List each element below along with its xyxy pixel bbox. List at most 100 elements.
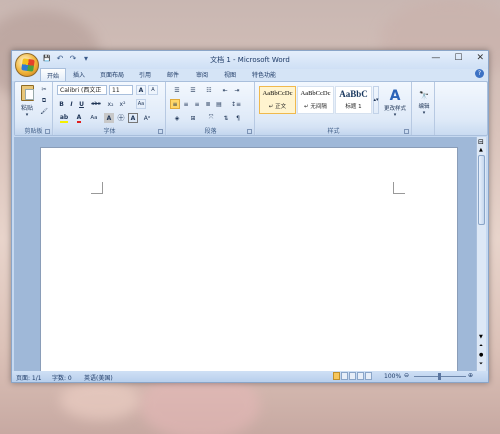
align-right-icon[interactable]: ≡ [192, 99, 202, 109]
chevron-down-icon: ▾ [393, 112, 397, 118]
minimize-button[interactable]: — [431, 53, 440, 63]
clipboard-icon [20, 84, 34, 101]
scroll-thumb[interactable] [478, 155, 485, 225]
styles-scroll-icon[interactable]: ▴▾ [373, 86, 379, 114]
document-area [14, 137, 478, 377]
style-heading-1[interactable]: AaBbC 标题 1 [335, 86, 372, 114]
style-no-spacing[interactable]: AaBbCcDc ↵ 无间隔 [297, 86, 334, 114]
clipboard-dialog-launcher[interactable] [45, 129, 50, 134]
font-group-label: 字体 [54, 126, 165, 135]
full-screen-reading-icon[interactable] [341, 372, 348, 380]
help-icon[interactable]: ? [475, 69, 484, 78]
page-count[interactable]: 页面: 1/1 [16, 373, 42, 382]
decrease-indent-icon[interactable]: ⇤ [220, 85, 230, 95]
justify-icon[interactable]: ≣ [203, 99, 213, 109]
outline-icon[interactable] [357, 372, 364, 380]
tab-mailings[interactable]: 邮件 [167, 70, 179, 79]
font-group: Calibri (西文正 11 A A B I U abe x₂ x² Aa a… [54, 82, 166, 135]
tab-review[interactable]: 审阅 [196, 70, 208, 79]
cut-icon[interactable]: ✂ [39, 85, 49, 94]
line-spacing-icon[interactable]: ↕≡ [229, 99, 243, 109]
align-left-icon[interactable]: ≡ [170, 99, 180, 109]
underline-button[interactable]: U [77, 99, 86, 109]
scroll-down-icon[interactable]: ▼ [479, 334, 483, 341]
close-button[interactable]: ✕ [476, 53, 484, 63]
align-center-icon[interactable]: ≡ [181, 99, 191, 109]
clear-formatting-icon[interactable]: Aa [136, 99, 146, 109]
previous-page-icon[interactable]: ⏶ [479, 343, 483, 350]
bullets-icon[interactable]: ☰ [170, 85, 184, 95]
tab-view[interactable]: 视图 [224, 70, 236, 79]
shrink-font-icon[interactable]: A [148, 85, 158, 95]
superscript-button[interactable]: x² [117, 99, 128, 109]
char-shading-icon[interactable]: A [104, 113, 114, 123]
chinese-layout-icon[interactable]: ⤧ [204, 113, 218, 123]
browse-object-icon[interactable]: ● [479, 352, 483, 359]
enclose-char-icon[interactable]: ㊉ [116, 113, 126, 123]
zoom-in-icon[interactable]: ⊕ [468, 372, 473, 379]
sort-icon[interactable]: ⇅ [221, 113, 231, 123]
grow-font-icon[interactable]: A [136, 85, 146, 95]
chevron-down-icon: ▾ [422, 109, 426, 116]
bold-button[interactable]: B [57, 99, 66, 109]
office-button[interactable] [15, 53, 39, 77]
draft-icon[interactable] [365, 372, 372, 380]
borders-icon[interactable]: ⊞ [186, 113, 200, 123]
web-layout-icon[interactable] [349, 372, 356, 380]
font-size-select[interactable]: 11 [109, 85, 133, 95]
styles-dialog-launcher[interactable] [404, 129, 409, 134]
distributed-icon[interactable]: ▤ [214, 99, 224, 109]
print-layout-icon[interactable] [333, 372, 340, 380]
change-styles-icon: A [389, 88, 401, 104]
vertical-scrollbar[interactable]: ⊟ ▲ ▼ ⏶ ● ⏷ [476, 137, 486, 373]
font-color-icon[interactable]: A [73, 113, 85, 123]
tab-references[interactable]: 引用 [139, 70, 151, 79]
word-count[interactable]: 字数: 0 [52, 373, 72, 382]
next-page-icon[interactable]: ⏷ [479, 361, 483, 368]
style-name: ↵ 无间隔 [304, 104, 327, 110]
highlight-icon[interactable]: ab [57, 113, 71, 123]
tab-insert[interactable]: 插入 [73, 70, 85, 79]
zoom-level[interactable]: 100% [384, 373, 401, 380]
change-styles-button[interactable]: A 更改样式 ▾ [381, 84, 409, 122]
format-painter-icon[interactable]: 🖌 [39, 107, 49, 116]
background-flower [60, 380, 140, 420]
editing-group: 🔭 编辑 ▾ [413, 82, 435, 135]
paste-button[interactable]: 粘贴 ▾ [17, 84, 37, 118]
zoom-slider-thumb[interactable] [438, 373, 441, 380]
ribbon-tabs: 开始 插入 页面布局 引用 邮件 审阅 视图 特色功能 ? [12, 68, 488, 81]
numbering-icon[interactable]: ☰ [186, 85, 200, 95]
multilevel-list-icon[interactable]: ☷ [202, 85, 216, 95]
style-normal[interactable]: AaBbCcDc ↵ 正文 [259, 86, 296, 114]
language-indicator[interactable]: 英语(美国) [84, 373, 113, 382]
style-sample: AaBbCcDc [262, 90, 293, 97]
italic-button[interactable]: I [67, 99, 76, 109]
margin-corner-marker [91, 182, 103, 194]
font-name-select[interactable]: Calibri (西文正 [57, 85, 107, 95]
show-marks-icon[interactable]: ¶ [233, 113, 243, 123]
font-dialog-launcher[interactable] [158, 129, 163, 134]
phonetic-guide-icon[interactable]: A [128, 113, 138, 123]
change-case-button[interactable]: Aa [87, 113, 101, 123]
strikethrough-button[interactable]: abe [89, 99, 103, 109]
subscript-button[interactable]: x₂ [105, 99, 116, 109]
paragraph-dialog-launcher[interactable] [247, 129, 252, 134]
tab-special-features[interactable]: 特色功能 [252, 70, 276, 79]
scroll-up-icon[interactable]: ▲ [479, 147, 483, 154]
shading-icon[interactable]: ◈ [170, 113, 184, 123]
styles-group-label: 样式 [256, 126, 411, 135]
tab-page-layout[interactable]: 页面布局 [100, 70, 124, 79]
document-page[interactable] [40, 147, 458, 377]
text-effects-icon[interactable]: Aᵃ [142, 113, 152, 123]
paste-label: 粘贴 [20, 104, 33, 112]
ruler-toggle-icon[interactable]: ⊟ [478, 139, 484, 146]
copy-icon[interactable]: ⧉ [39, 96, 49, 105]
zoom-out-icon[interactable]: ⊖ [404, 372, 409, 379]
status-bar: 页面: 1/1 字数: 0 英语(美国) 100% ⊖ ⊕ [12, 371, 488, 382]
tab-home[interactable]: 开始 [40, 68, 67, 81]
maximize-button[interactable]: ☐ [454, 53, 462, 63]
binoculars-icon: 🔭 [419, 90, 429, 100]
editing-button[interactable]: 🔭 编辑 ▾ [414, 84, 434, 122]
increase-indent-icon[interactable]: ⇥ [232, 85, 242, 95]
style-sample: AaBbCcDc [300, 90, 331, 97]
